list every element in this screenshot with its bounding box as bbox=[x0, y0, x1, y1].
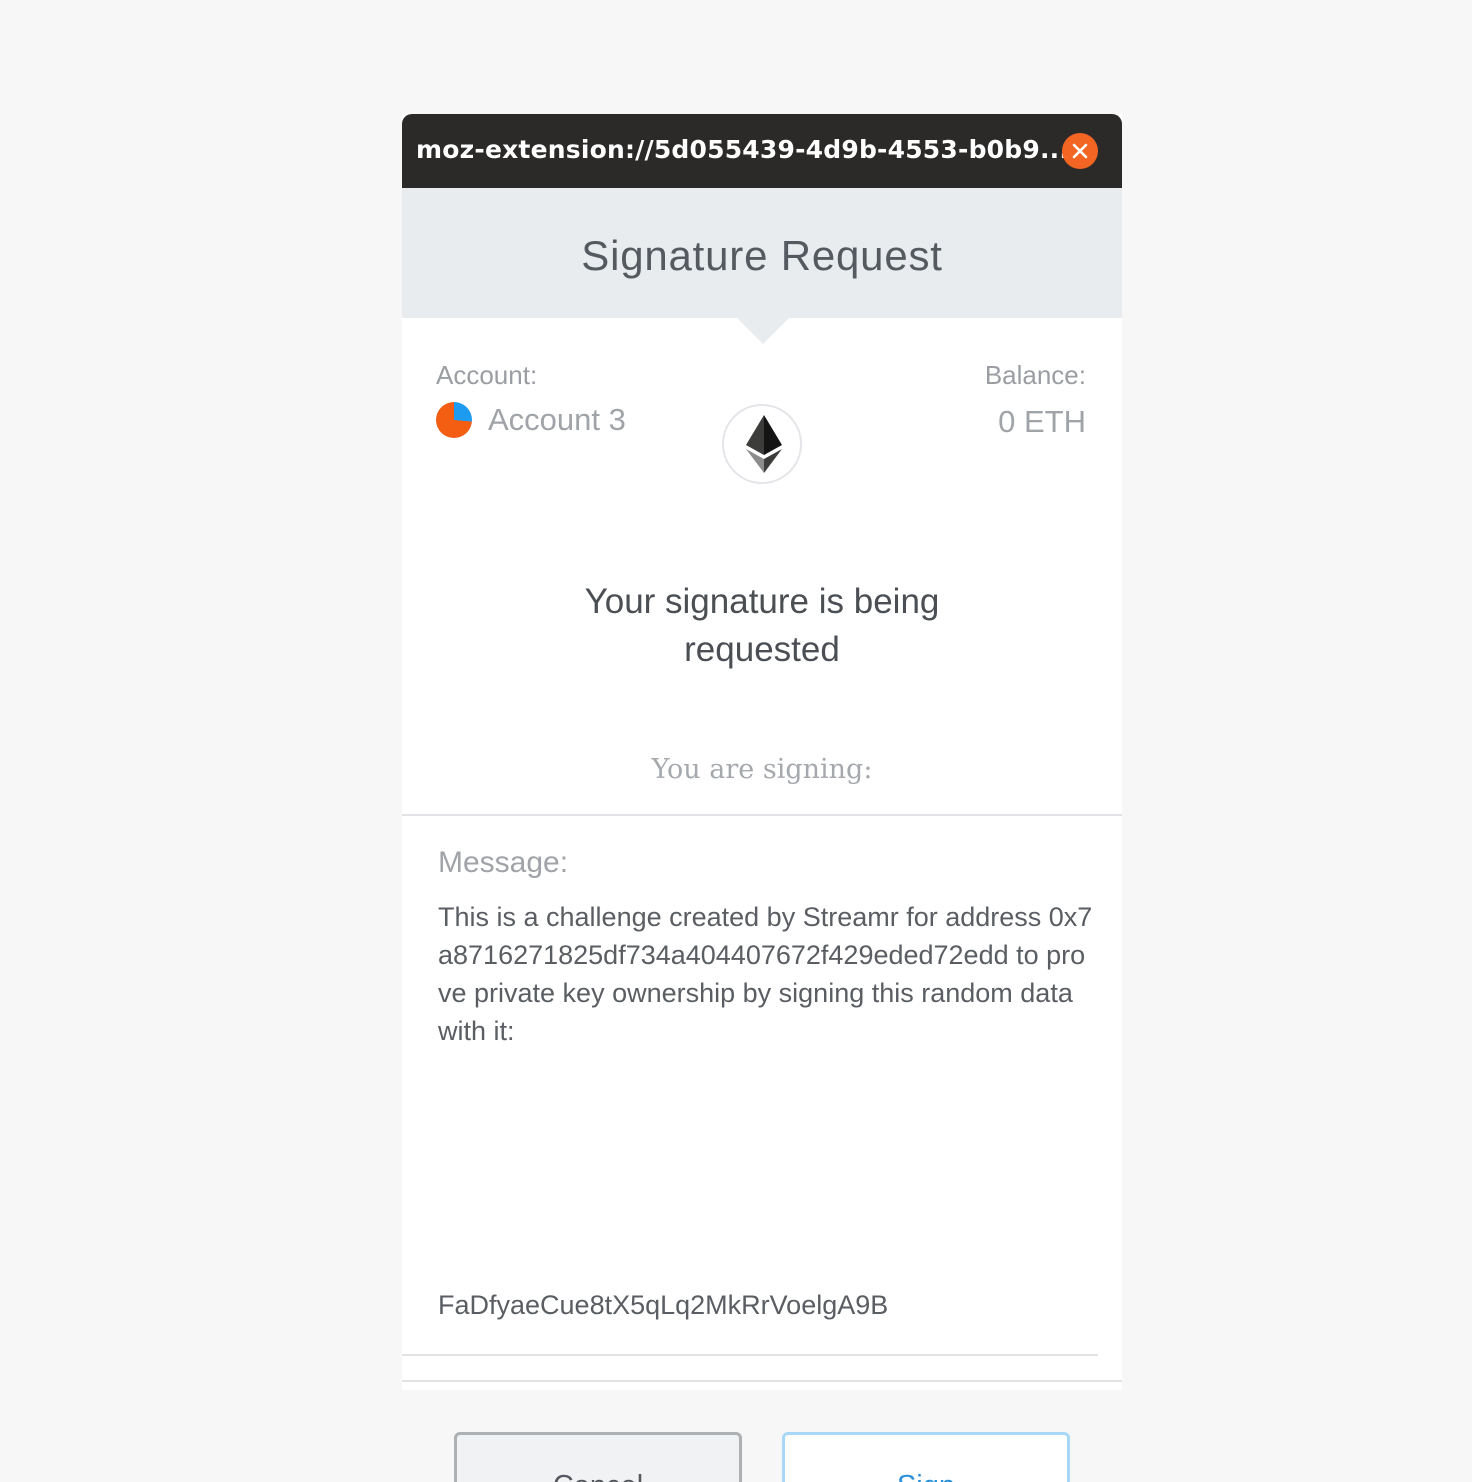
message-random-data: FaDfyaeCue8tX5qLq2MkRrVoelgA9B bbox=[438, 1290, 889, 1320]
window-title: moz-extension://5d055439-4d9b-4553-b0b9.… bbox=[416, 135, 1070, 164]
divider bbox=[402, 1354, 1098, 1356]
account-label: Account: bbox=[436, 360, 538, 390]
message-body: This is a challenge created by Streamr f… bbox=[438, 902, 1093, 1046]
request-heading-line2: requested bbox=[684, 630, 840, 669]
network-badge bbox=[722, 404, 802, 484]
request-heading: Your signature is being requested bbox=[402, 578, 1122, 674]
close-button[interactable] bbox=[1062, 133, 1098, 169]
divider bbox=[402, 1380, 1122, 1382]
request-heading-line1: Your signature is being bbox=[584, 582, 940, 621]
ethereum-icon bbox=[746, 415, 782, 473]
popup-window: moz-extension://5d055439-4d9b-4553-b0b9.… bbox=[402, 114, 1122, 1482]
signing-label: You are signing: bbox=[651, 754, 873, 785]
balance-value: 0 ETH bbox=[998, 404, 1086, 439]
titlebar[interactable]: moz-extension://5d055439-4d9b-4553-b0b9.… bbox=[402, 114, 1122, 188]
divider bbox=[402, 814, 1122, 816]
page-title: Signature Request bbox=[581, 232, 943, 279]
sign-button[interactable]: Sign bbox=[782, 1432, 1070, 1482]
account-selector: Account 3 bbox=[436, 402, 626, 438]
header: Signature Request bbox=[402, 188, 1122, 344]
balance-label: Balance: bbox=[984, 360, 1086, 390]
avatar bbox=[436, 402, 472, 438]
content: Account: Account 3 Balance: 0 ETH Your s… bbox=[402, 318, 1122, 1482]
close-icon bbox=[1072, 143, 1088, 159]
message-label: Message: bbox=[438, 846, 569, 879]
cancel-button[interactable]: Cancel bbox=[454, 1432, 742, 1482]
account-name: Account 3 bbox=[488, 402, 626, 437]
